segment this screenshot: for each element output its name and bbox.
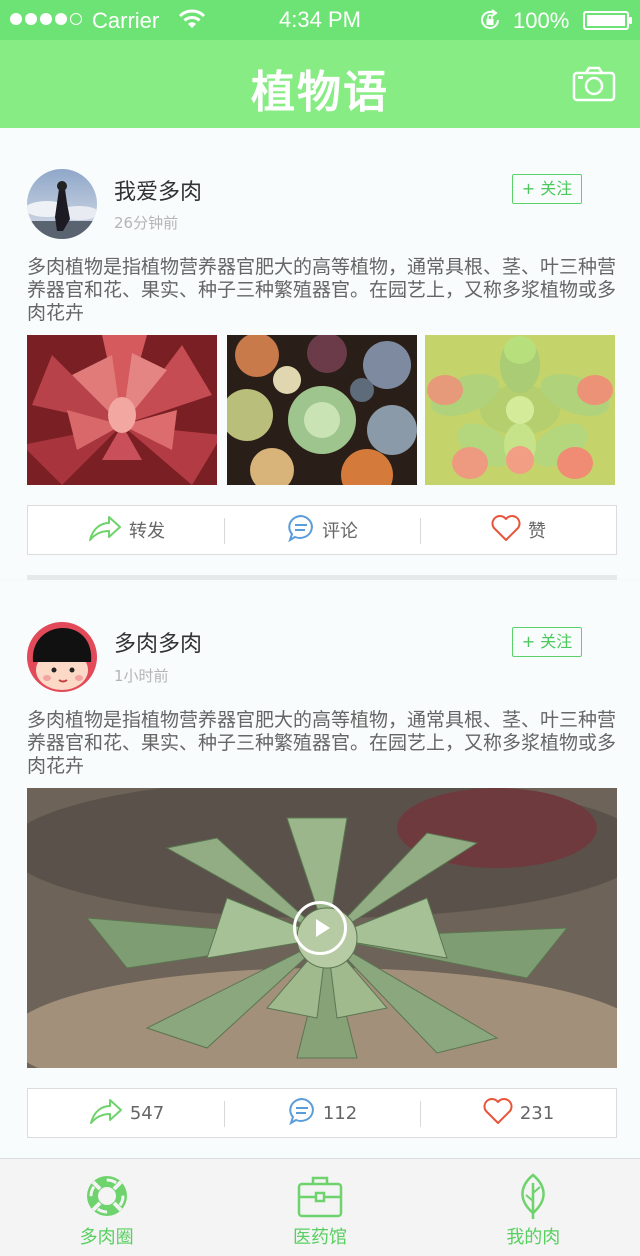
comment-icon bbox=[287, 1096, 317, 1131]
heart-icon bbox=[490, 513, 522, 548]
lifebuoy-icon bbox=[84, 1173, 130, 1223]
comment-icon bbox=[286, 513, 316, 548]
share-button[interactable]: 转发 bbox=[28, 506, 224, 554]
post-photo[interactable] bbox=[425, 335, 615, 485]
post-divider bbox=[27, 575, 617, 580]
battery-icon bbox=[583, 11, 632, 30]
post-text: 多肉植物是指植物营养器官肥大的高等植物，通常具根、茎、叶三种营养器官和花、果实、… bbox=[27, 256, 617, 324]
post-actions: 547 112 231 bbox=[27, 1088, 617, 1138]
like-button[interactable]: 231 bbox=[420, 1089, 616, 1137]
leaf-icon bbox=[515, 1173, 551, 1225]
comment-count: 112 bbox=[322, 1102, 358, 1124]
app-title: 植物语 bbox=[251, 67, 389, 118]
post-text: 多肉植物是指植物营养器官肥大的高等植物，通常具根、茎、叶三种营养器官和花、果实、… bbox=[27, 709, 617, 777]
tab-succulent-circle[interactable]: 多肉圈 bbox=[0, 1159, 213, 1256]
username[interactable]: 我爱多肉 bbox=[114, 174, 202, 206]
tab-bar: 多肉圈 医药馆 我的肉 bbox=[0, 1158, 640, 1256]
rotation-lock-icon bbox=[478, 8, 502, 38]
like-count: 231 bbox=[519, 1102, 555, 1124]
post-card: 多肉多肉 1小时前 + 关注 多肉植物是指植物营养器官肥大的高等植物，通常具根、… bbox=[0, 582, 640, 1152]
post-time: 26分钟前 bbox=[114, 214, 179, 232]
tab-my-succulents[interactable]: 我的肉 bbox=[427, 1159, 640, 1256]
avatar[interactable] bbox=[27, 169, 97, 239]
comment-label: 评论 bbox=[322, 521, 358, 542]
status-bar: Carrier 4:34 PM 100% bbox=[0, 0, 640, 40]
share-label: 转发 bbox=[129, 521, 165, 542]
heart-icon bbox=[482, 1096, 514, 1131]
follow-button[interactable]: + 关注 bbox=[512, 627, 582, 657]
comment-button[interactable]: 评论 bbox=[224, 506, 420, 554]
post-card: 我爱多肉 26分钟前 + 关注 多肉植物是指植物营养器官肥大的高等植物，通常具根… bbox=[0, 128, 640, 578]
nav-bar: 植物语 bbox=[0, 40, 640, 128]
share-button[interactable]: 547 bbox=[28, 1089, 224, 1137]
comment-button[interactable]: 112 bbox=[224, 1089, 420, 1137]
share-count: 547 bbox=[129, 1102, 165, 1124]
tab-label: 我的肉 bbox=[506, 1227, 561, 1248]
post-video[interactable] bbox=[27, 788, 617, 1068]
follow-button[interactable]: + 关注 bbox=[512, 174, 582, 204]
avatar[interactable] bbox=[27, 622, 97, 692]
share-icon bbox=[87, 514, 123, 547]
post-actions: 转发 评论 赞 bbox=[27, 505, 617, 555]
like-label: 赞 bbox=[528, 521, 546, 542]
tab-label: 多肉圈 bbox=[79, 1227, 134, 1248]
battery-percentage: 100% bbox=[513, 8, 570, 33]
username[interactable]: 多肉多肉 bbox=[114, 626, 202, 658]
tab-pharmacy[interactable]: 医药馆 bbox=[213, 1159, 426, 1256]
play-button[interactable] bbox=[293, 901, 347, 955]
share-icon bbox=[88, 1097, 124, 1130]
like-button[interactable]: 赞 bbox=[420, 506, 616, 554]
tab-label: 医药馆 bbox=[292, 1227, 347, 1248]
post-photo[interactable] bbox=[227, 335, 417, 485]
camera-icon[interactable] bbox=[572, 66, 616, 106]
post-time: 1小时前 bbox=[114, 667, 169, 685]
post-photo[interactable] bbox=[27, 335, 217, 485]
medical-kit-icon bbox=[296, 1173, 344, 1223]
